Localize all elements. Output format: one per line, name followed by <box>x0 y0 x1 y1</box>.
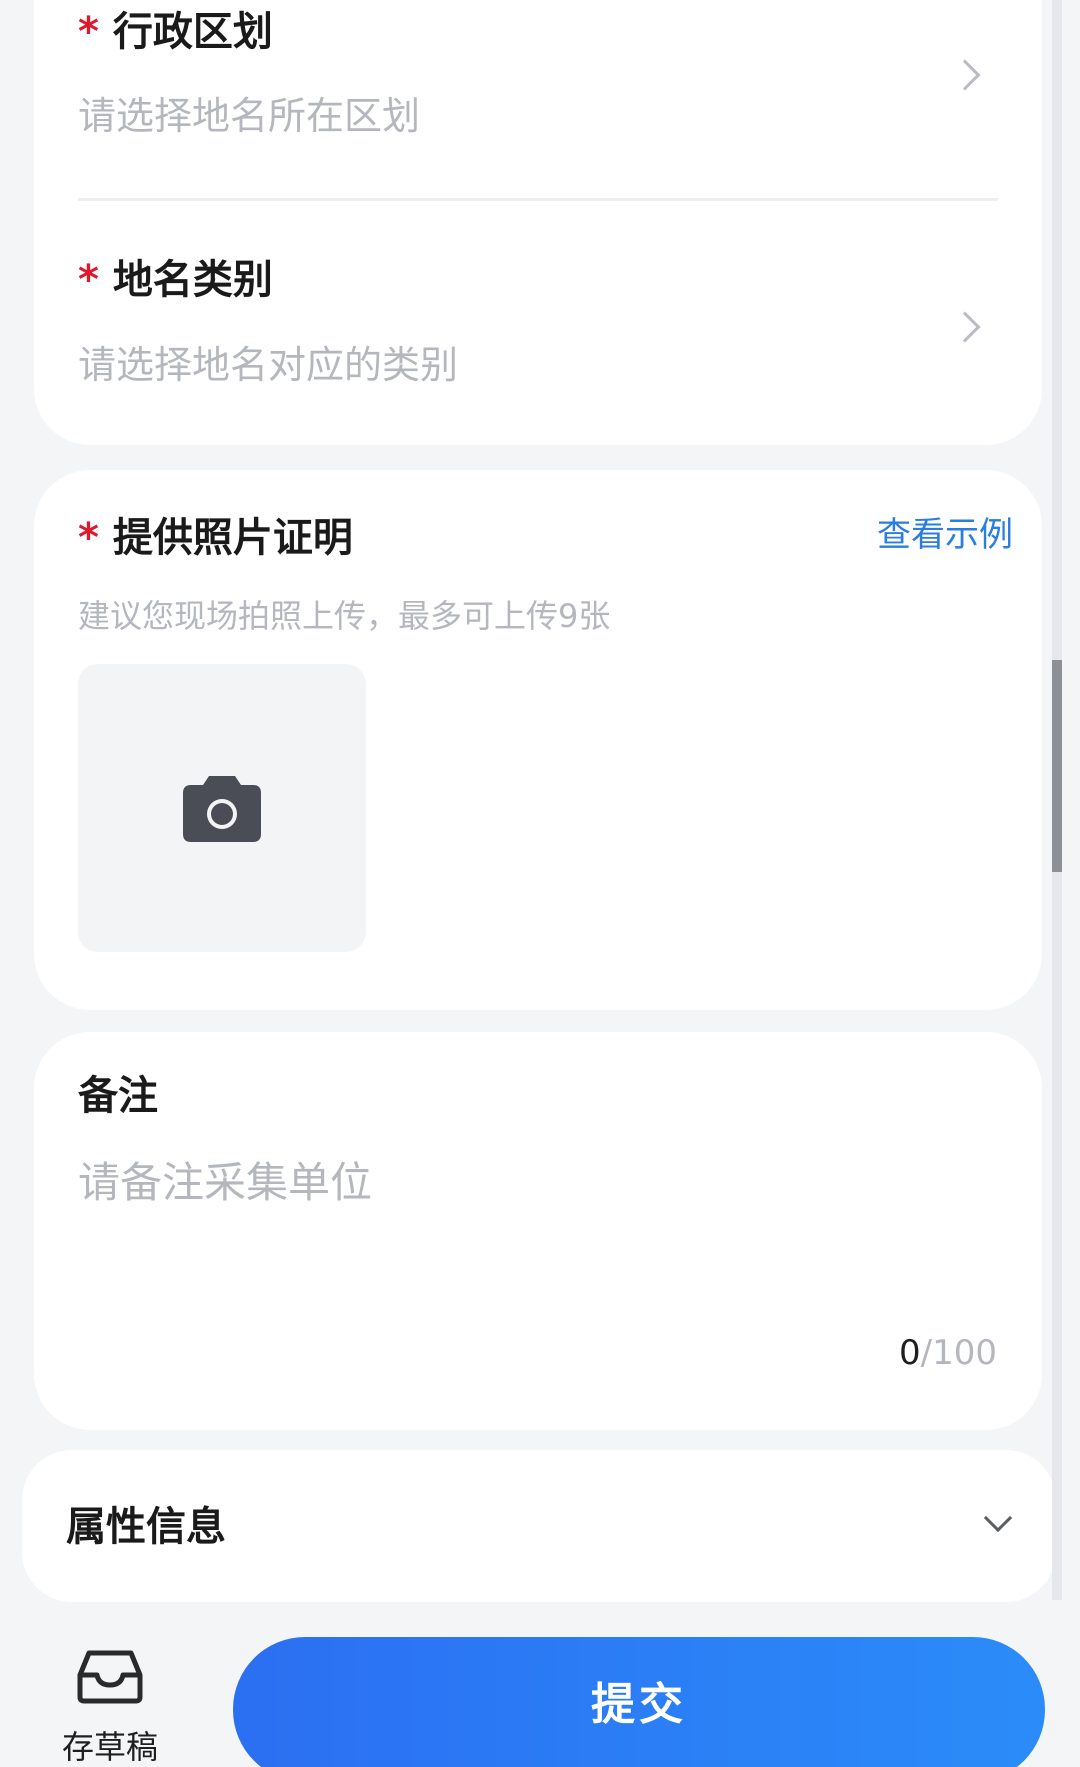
photo-upload-button[interactable] <box>78 664 366 952</box>
category-label: * 地名类别 <box>78 257 273 303</box>
save-draft-label: 存草稿 <box>61 1728 158 1766</box>
attributes-label: 属性信息 <box>66 1504 226 1550</box>
region-placeholder: 请选择地名所在区划 <box>78 94 421 138</box>
scrollbar-thumb[interactable] <box>1052 660 1062 872</box>
required-mark: * <box>78 515 99 561</box>
view-example-link[interactable]: 查看示例 <box>877 518 1013 552</box>
remark-card: 备注 请备注采集单位 0/100 <box>34 1032 1042 1430</box>
photo-label: * 提供照片证明 <box>78 515 353 561</box>
region-label: * 行政区划 <box>78 9 273 55</box>
chevron-right-icon <box>949 59 981 91</box>
required-mark: * <box>78 257 99 303</box>
inbox-icon <box>77 1650 143 1704</box>
attributes-panel[interactable]: 属性信息 <box>22 1450 1056 1602</box>
category-placeholder: 请选择地名对应的类别 <box>78 343 459 387</box>
camera-icon <box>183 776 261 842</box>
submit-button[interactable]: 提交 <box>233 1637 1045 1767</box>
field-divider <box>78 198 998 201</box>
remark-input[interactable]: 请备注采集单位 <box>78 1162 372 1204</box>
save-draft-button[interactable]: 存草稿 <box>40 1645 180 1767</box>
region-field[interactable]: * 行政区划 请选择地名所在区划 <box>34 0 1042 200</box>
photo-hint: 建议您现场拍照上传，最多可上传9张 <box>78 597 611 635</box>
chevron-down-icon <box>983 1503 1013 1533</box>
chevron-right-icon <box>949 311 981 343</box>
photo-card: * 提供照片证明 查看示例 建议您现场拍照上传，最多可上传9张 <box>34 470 1042 1010</box>
remark-label: 备注 <box>78 1073 158 1119</box>
category-field[interactable]: * 地名类别 请选择地名对应的类别 <box>34 240 1042 420</box>
required-mark: * <box>78 9 99 55</box>
remark-char-counter: 0/100 <box>899 1333 997 1373</box>
